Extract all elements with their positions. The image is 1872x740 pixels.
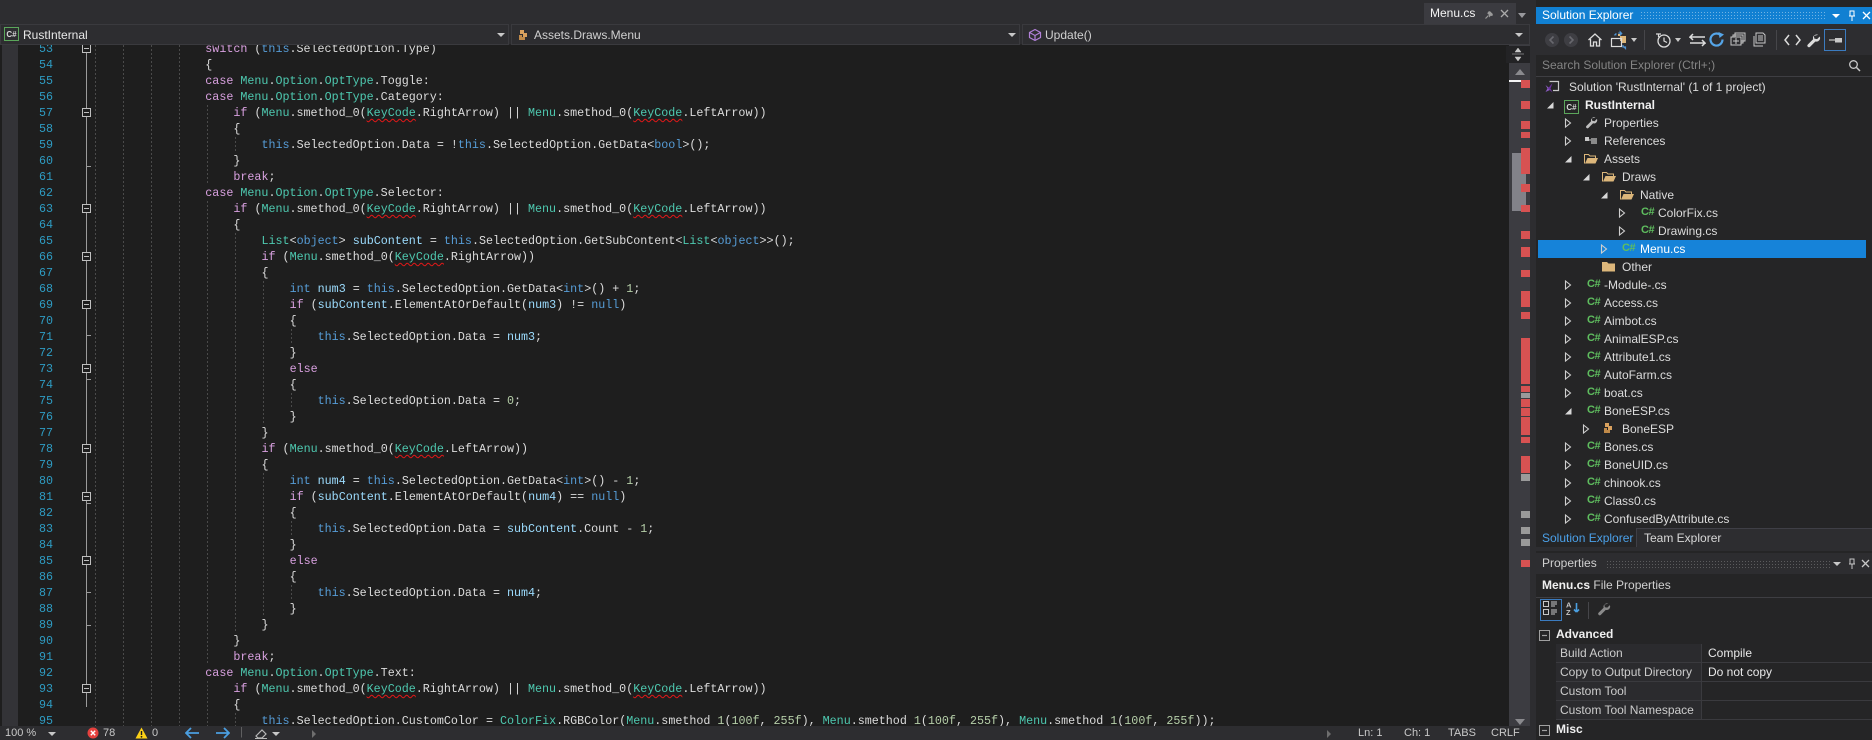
svg-text:Z: Z — [1566, 608, 1571, 615]
